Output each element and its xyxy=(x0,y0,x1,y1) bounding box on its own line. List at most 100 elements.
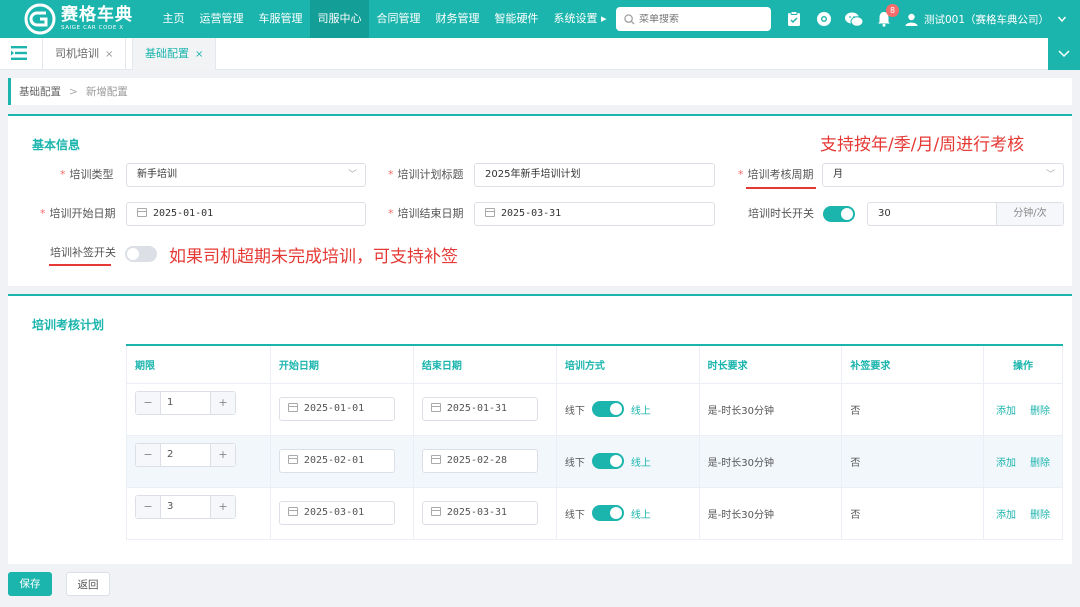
calendar-icon xyxy=(137,208,147,217)
nav-item-home[interactable]: 主页 xyxy=(155,0,192,38)
chevron-down-icon: ﹀ xyxy=(347,170,357,180)
delete-row-link[interactable]: 删除 xyxy=(1030,458,1050,469)
breadcrumb-current: 新增配置 xyxy=(85,86,128,98)
training-mode: 线下 线上 xyxy=(565,401,699,417)
add-row-link[interactable]: 添加 xyxy=(996,458,1016,469)
menu-toggle-icon[interactable] xyxy=(11,46,27,60)
makeup-requirement: 否 xyxy=(841,435,984,488)
table-row: −2 + 2025-02-01 2025-02-28 线下 线上 是-时长30分钟 … xyxy=(126,435,1063,488)
nav-item-contracts[interactable]: 合同管理 xyxy=(369,0,428,38)
calendar-icon xyxy=(287,507,298,516)
plus-button[interactable]: + xyxy=(210,444,235,466)
period-stepper[interactable]: −1 + xyxy=(135,391,236,415)
user-menu[interactable]: 测试001（赛格车典公司） xyxy=(905,0,1067,38)
nav-item-operations[interactable]: 运营管理 xyxy=(192,0,251,38)
annotation-underline xyxy=(746,187,816,189)
main-nav: 主页 运营管理 车服管理 司服中心 合同管理 财务管理 智能硬件 系统设置 ▸ xyxy=(155,0,614,38)
period-value[interactable]: 2 xyxy=(161,444,210,466)
table-header-row: 期限 开始日期 结束日期 培训方式 时长要求 补签要求 操作 xyxy=(126,344,1063,384)
column-header: 结束日期 xyxy=(412,344,557,384)
mode-offline-label: 线下 xyxy=(564,405,585,417)
back-button[interactable]: 返回 xyxy=(66,572,110,596)
add-row-link[interactable]: 添加 xyxy=(996,406,1016,417)
calendar-icon xyxy=(485,208,495,217)
search-input[interactable] xyxy=(639,13,764,25)
period-stepper[interactable]: −3 + xyxy=(135,495,236,519)
training-type-select[interactable]: 新手培训 ﹀ xyxy=(126,163,366,187)
duration-requirement: 是-时长30分钟 xyxy=(698,435,842,488)
column-header: 补签要求 xyxy=(841,344,984,384)
minus-button[interactable]: − xyxy=(136,392,161,414)
row-start-date-picker[interactable]: 2025-03-01 xyxy=(278,501,395,525)
clipboard-icon[interactable] xyxy=(784,9,804,29)
annotation-underline xyxy=(49,264,111,266)
plan-title-value: 2025年新手培训计划 xyxy=(485,169,581,180)
section-title-basic-info: 基本信息 xyxy=(32,138,81,152)
close-icon[interactable]: × xyxy=(195,49,203,60)
mode-toggle[interactable] xyxy=(591,505,624,521)
nav-item-system-settings[interactable]: 系统设置 ▸ xyxy=(546,0,614,38)
row-end-date: 2025-03-31 xyxy=(446,507,508,518)
period-stepper[interactable]: −2 + xyxy=(135,443,236,467)
makeup-requirement: 否 xyxy=(841,487,984,540)
duration-requirement: 是-时长30分钟 xyxy=(698,383,842,436)
label-duration-switch: 培训时长开关 xyxy=(748,207,814,220)
row-end-date: 2025-01-31 xyxy=(446,403,508,414)
nav-item-smart-hardware[interactable]: 智能硬件 xyxy=(487,0,546,38)
save-button[interactable]: 保存 xyxy=(8,572,52,596)
mode-toggle[interactable] xyxy=(591,401,624,417)
table-row: −3 + 2025-03-01 2025-03-31 线下 线上 是-时长30分钟 … xyxy=(126,487,1063,540)
calendar-icon xyxy=(430,403,441,412)
minus-button[interactable]: − xyxy=(136,444,161,466)
row-end-date-picker[interactable]: 2025-01-31 xyxy=(421,397,538,421)
tab-dropdown-button[interactable] xyxy=(1048,38,1080,70)
plus-button[interactable]: + xyxy=(210,496,235,518)
bell-icon[interactable]: 8 xyxy=(874,4,899,29)
duration-requirement: 是-时长30分钟 xyxy=(698,487,842,540)
tab-label: 基础配置 xyxy=(145,47,189,60)
nav-item-finance[interactable]: 财务管理 xyxy=(428,0,487,38)
row-start-date-picker[interactable]: 2025-02-01 xyxy=(278,449,395,473)
wechat-icon[interactable] xyxy=(844,9,864,29)
close-icon[interactable]: × xyxy=(105,49,113,60)
tab-basic-config[interactable]: 基础配置 × xyxy=(132,38,217,70)
plan-title-input[interactable]: 2025年新手培训计划 xyxy=(474,163,715,187)
period-value[interactable]: 3 xyxy=(161,496,210,518)
row-start-date: 2025-01-01 xyxy=(303,403,365,414)
plus-button[interactable]: + xyxy=(210,392,235,414)
start-date-picker[interactable]: 2025-01-01 xyxy=(126,202,366,226)
breadcrumb-parent[interactable]: 基础配置 xyxy=(19,84,61,99)
plan-card: 培训考核计划 期限 开始日期 结束日期 培训方式 时长要求 补签要求 操作 −1… xyxy=(8,294,1072,564)
logo-title: 赛格车典 xyxy=(61,4,133,25)
row-end-date-picker[interactable]: 2025-03-31 xyxy=(421,501,538,525)
logo[interactable]: 赛格车典 SAIGE CAR CODE X xyxy=(24,3,133,35)
menu-search[interactable] xyxy=(616,7,771,31)
user-name: 测试001（赛格车典公司） xyxy=(924,13,1050,26)
assessment-period-select[interactable]: 月 ﹀ xyxy=(822,163,1064,187)
makeup-toggle[interactable] xyxy=(125,246,157,262)
end-date-picker[interactable]: 2025-03-31 xyxy=(474,202,715,226)
training-mode: 线下 线上 xyxy=(565,453,699,469)
annotation-period: 支持按年/季/月/周进行考核 xyxy=(820,135,1025,155)
mode-toggle[interactable] xyxy=(591,453,624,469)
duration-input[interactable]: 30 分钟/次 xyxy=(867,202,1064,226)
tab-driver-training[interactable]: 司机培训 × xyxy=(42,38,127,70)
duration-toggle[interactable] xyxy=(823,206,855,222)
nav-item-driver-center[interactable]: 司服中心 xyxy=(310,0,369,38)
delete-row-link[interactable]: 删除 xyxy=(1030,406,1050,417)
column-header: 时长要求 xyxy=(698,344,842,384)
add-row-link[interactable]: 添加 xyxy=(996,510,1016,521)
delete-row-link[interactable]: 删除 xyxy=(1030,510,1050,521)
column-header: 培训方式 xyxy=(555,344,700,384)
notification-badge: 8 xyxy=(886,4,899,17)
minus-button[interactable]: − xyxy=(136,496,161,518)
toggle-knob xyxy=(841,208,853,220)
row-start-date-picker[interactable]: 2025-01-01 xyxy=(278,397,395,421)
period-value[interactable]: 1 xyxy=(161,392,210,414)
lifebuoy-icon[interactable] xyxy=(814,9,834,29)
row-end-date-picker[interactable]: 2025-02-28 xyxy=(421,449,538,473)
nav-item-vehicle-service[interactable]: 车服管理 xyxy=(251,0,310,38)
label-makeup-switch: 培训补签开关 xyxy=(50,246,116,259)
assessment-period-value: 月 xyxy=(833,169,843,180)
basic-info-card: 基本信息 支持按年/季/月/周进行考核 * 培训类型 新手培训 ﹀ * 培训计划标题… xyxy=(8,114,1072,286)
